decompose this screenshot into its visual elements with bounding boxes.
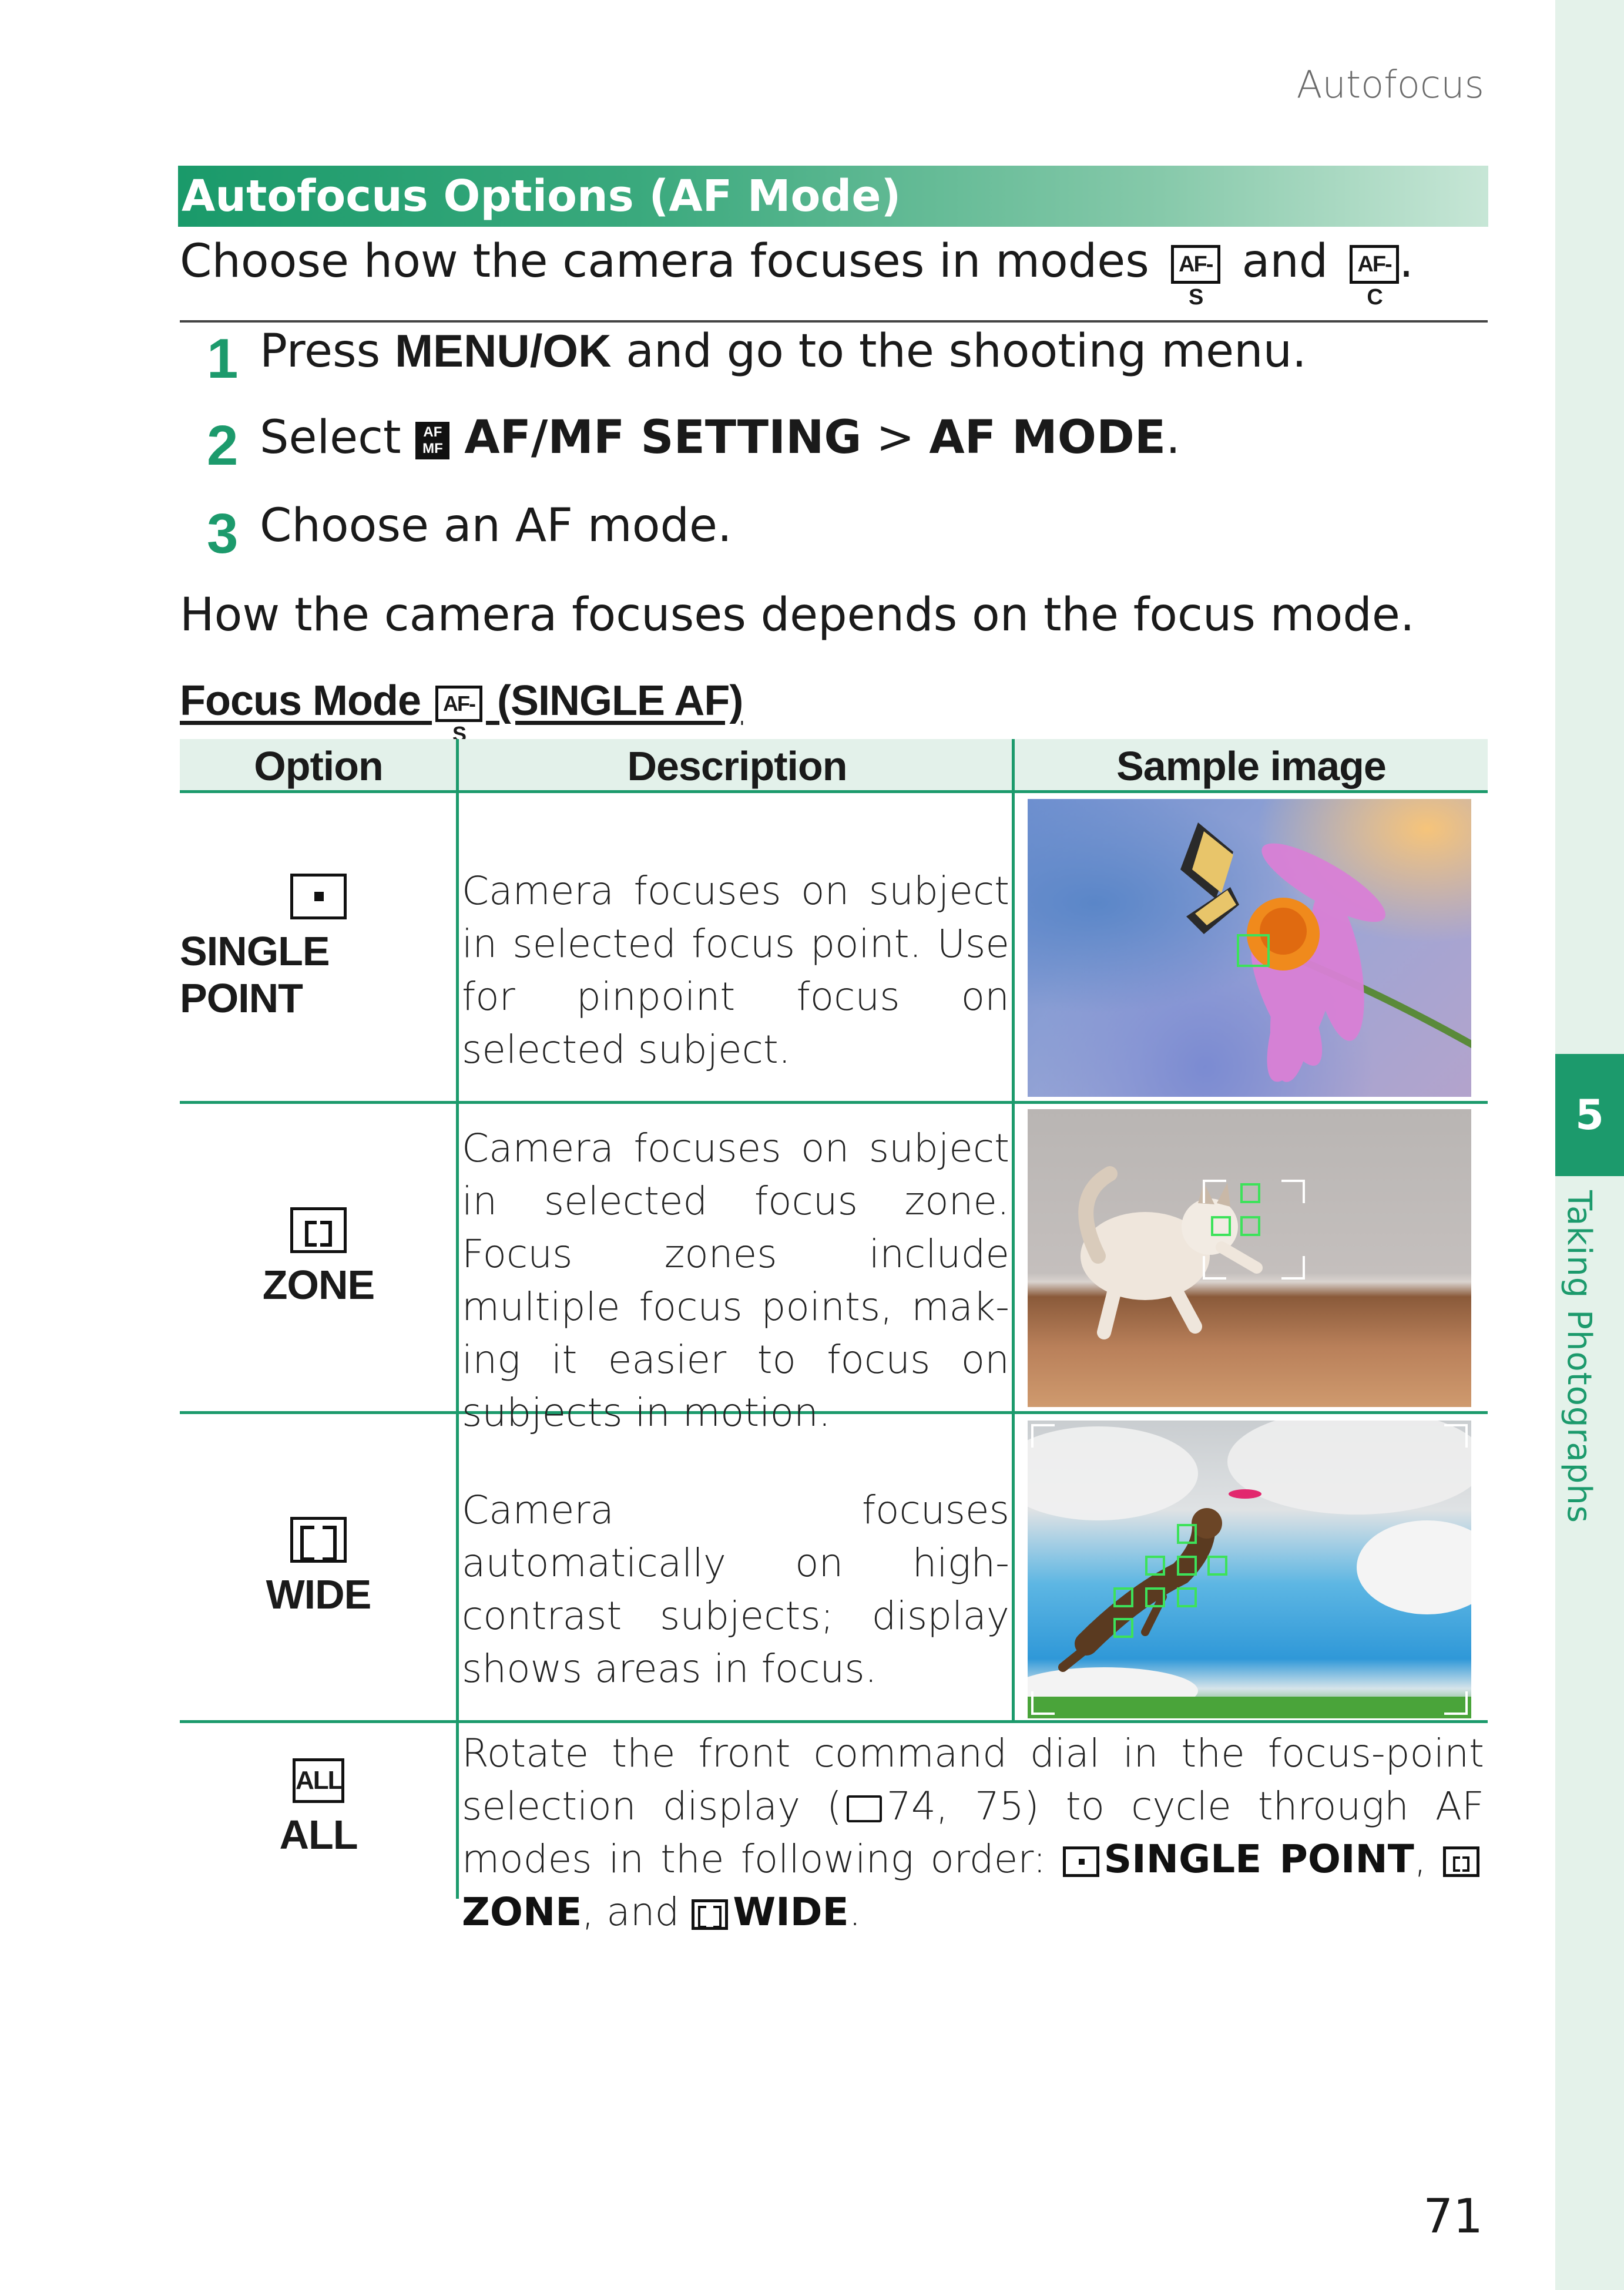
focus-point-marker	[1177, 1587, 1197, 1607]
wide-corner	[1444, 1691, 1468, 1715]
af-s-mode-icon: AF-S	[1170, 244, 1220, 310]
focus-point-marker	[1211, 1216, 1231, 1236]
wide-corner	[1031, 1691, 1055, 1715]
focus-point-marker	[1145, 1587, 1165, 1607]
focus-point-marker	[1177, 1556, 1197, 1576]
column-divider	[1012, 739, 1015, 1722]
focus-point-marker	[1113, 1587, 1133, 1607]
column-header-sample: Sample image	[1116, 743, 1387, 789]
option-label: WIDE	[266, 1571, 372, 1617]
single-point-icon	[1062, 1846, 1099, 1877]
focus-point-marker	[1240, 1183, 1260, 1203]
focus-point-marker	[1240, 1216, 1260, 1236]
step-number: 3	[207, 502, 239, 565]
table-row-all: ALL ALL	[180, 1723, 457, 1899]
sample-image-butterfly	[1028, 799, 1471, 1097]
wide-icon	[692, 1899, 729, 1930]
focus-point-marker	[1207, 1556, 1227, 1576]
chapter-number: 5	[1575, 1091, 1604, 1139]
column-header-option: Option	[254, 743, 383, 789]
option-description: Camera focuses on subject in selected fo…	[462, 868, 1009, 1072]
intro-text: Choose how the camera focuses in modes	[180, 235, 1149, 288]
sample-image-cat	[1028, 1109, 1471, 1407]
zone-corner	[1281, 1180, 1305, 1203]
section-title: Autofocus Options (AF Mode)	[182, 171, 901, 221]
intro-and: and	[1242, 235, 1328, 288]
zone-corner	[1203, 1180, 1226, 1203]
running-head: Autofocus	[1296, 63, 1484, 107]
wide-corner	[1444, 1424, 1468, 1448]
body-text: How the camera focuses depends on the fo…	[180, 589, 1415, 642]
step-number: 1	[207, 327, 239, 390]
option-description: Camera focuses automatically on high-con…	[462, 1488, 1009, 1691]
option-label: ALL	[279, 1812, 358, 1858]
zone-corner	[1281, 1256, 1305, 1280]
step-1-text: Press MENU/OK and go to the shooting men…	[260, 325, 1307, 378]
page-reference-icon	[846, 1795, 882, 1822]
table-row-zone: ZONE	[180, 1104, 457, 1411]
af-mf-menu-icon: AF MF	[415, 421, 450, 459]
zone-icon	[1442, 1846, 1479, 1877]
menu-ok-button-label: MENU/OK	[395, 325, 612, 377]
focus-point-marker	[1113, 1618, 1133, 1638]
table-title: Focus Mode AF-S (SINGLE AF)	[180, 677, 743, 746]
chapter-tab[interactable]: 5	[1555, 1054, 1624, 1176]
wide-icon	[290, 1516, 347, 1563]
wide-corner	[1031, 1424, 1055, 1448]
sample-image-dog	[1028, 1421, 1471, 1718]
zone-corner	[1203, 1256, 1226, 1280]
section-heading-bar: Autofocus Options (AF Mode)	[178, 166, 1488, 227]
option-label: SINGLE POINT	[180, 928, 330, 1021]
step-3-text: Choose an AF mode.	[260, 499, 732, 552]
table-header: Option Description Sample image	[180, 739, 1488, 793]
dog-frisbee-illustration	[1028, 1421, 1471, 1718]
table-row-single-point: SINGLE POINT	[180, 794, 457, 1101]
step-2-text: Select AF MF AF/MF SETTING > AF MODE.	[260, 411, 1180, 464]
option-label: ZONE	[262, 1261, 375, 1308]
intro-sentence: Choose how the camera focuses in modes A…	[180, 235, 1414, 310]
option-description: Rotate the front command dial in the foc…	[462, 1731, 1484, 1935]
focus-point-marker	[1237, 934, 1270, 967]
focus-point-marker	[1145, 1556, 1165, 1576]
focus-point-marker	[1177, 1524, 1197, 1544]
cat-illustration	[1078, 1166, 1263, 1339]
af-c-mode-icon: AF-C	[1350, 244, 1400, 310]
single-point-icon	[290, 874, 347, 919]
page-number: 71	[1423, 2189, 1483, 2244]
chapter-title: Taking Photographs	[1560, 1190, 1621, 1601]
option-description: Camera focuses on subject in se­lected f…	[462, 1126, 1009, 1435]
all-icon: ALL	[293, 1758, 344, 1803]
zone-icon	[290, 1207, 347, 1253]
af-s-mode-icon: AF-S	[435, 685, 483, 746]
table-row-wide: WIDE	[180, 1414, 457, 1720]
chapter-title-text: Taking Photographs	[1560, 1190, 1598, 1523]
column-header-description: Description	[627, 743, 847, 789]
step-number: 2	[207, 414, 239, 477]
divider	[180, 320, 1488, 323]
